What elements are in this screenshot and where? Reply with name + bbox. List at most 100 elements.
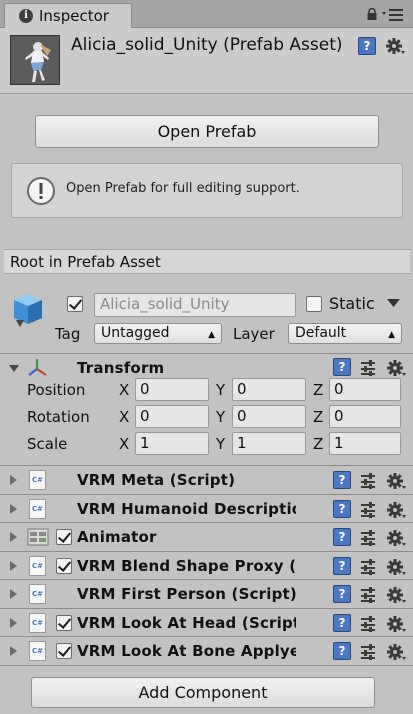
inspector-tab[interactable]: i Inspector (4, 3, 132, 29)
help-icon[interactable]: ? (333, 557, 351, 575)
component-title: VRM Humanoid Description (Script) (77, 500, 296, 518)
rotation-x-field[interactable]: 0 (135, 405, 209, 428)
transform-axes-icon (28, 359, 47, 376)
prefab-header: Alicia_solid_Unity (Prefab Asset) ? (0, 28, 413, 94)
help-icon[interactable]: ? (333, 500, 351, 518)
preset-sliders-icon[interactable] (361, 530, 375, 546)
preset-sliders-icon[interactable] (361, 502, 375, 518)
help-icon[interactable]: ? (333, 642, 351, 660)
preset-sliders-icon[interactable] (361, 360, 375, 376)
component-header-vrm-first-person-script[interactable]: C# VRM First Person (Script) ? (0, 580, 413, 608)
foldout-collapsed-icon[interactable] (10, 504, 17, 514)
gear-icon[interactable] (386, 500, 406, 520)
tab-menu-icon[interactable] (382, 8, 404, 22)
component-title: Animator (77, 528, 157, 546)
component-title: VRM Look At Bone Applyer (Script) (77, 642, 296, 660)
rotation-z-field[interactable]: 0 (329, 405, 401, 428)
static-dropdown-arrow-icon[interactable] (387, 299, 400, 308)
rotation-y-field[interactable]: 0 (232, 405, 306, 428)
position-y-field[interactable]: 0 (232, 378, 306, 401)
component-header-vrm-humanoid-description-script[interactable]: C# VRM Humanoid Description (Script) ? (0, 495, 413, 523)
position-z-field[interactable]: 0 (329, 378, 401, 401)
foldout-collapsed-icon[interactable] (10, 532, 17, 542)
foldout-collapsed-icon[interactable] (10, 618, 17, 628)
gear-icon[interactable] (386, 557, 406, 577)
component-enabled-checkbox[interactable] (56, 643, 72, 659)
scale-y-field[interactable]: 1 (232, 432, 306, 455)
character-figure-icon (25, 42, 51, 82)
gear-icon[interactable] (386, 471, 406, 491)
gear-icon[interactable] (386, 358, 406, 378)
info-exclamation-icon (27, 177, 55, 205)
layer-label: Layer (233, 325, 275, 343)
component-title: VRM Blend Shape Proxy (Script) (77, 557, 296, 575)
scale-y-label: Y (216, 435, 226, 453)
script-icon: C# (29, 556, 46, 576)
gear-icon[interactable] (386, 642, 406, 662)
component-title: VRM Look At Head (Script) (77, 614, 296, 632)
info-icon: i (19, 9, 33, 23)
scale-z-field[interactable]: 1 (329, 432, 401, 455)
scale-z-label: Z (313, 435, 324, 453)
rotation-x-label: X (119, 408, 130, 426)
add-component-button[interactable]: Add Component (31, 677, 375, 708)
scale-label: Scale (27, 435, 68, 453)
foldout-collapsed-icon[interactable] (10, 475, 17, 485)
help-icon[interactable]: ? (333, 471, 351, 489)
position-z-label: Z (313, 381, 324, 399)
component-enabled-checkbox[interactable] (56, 529, 72, 545)
foldout-expanded-icon[interactable] (9, 365, 19, 372)
prefab-preview-thumbnail (10, 35, 60, 85)
preset-sliders-icon[interactable] (361, 644, 375, 660)
layer-dropdown[interactable]: Default ▲ (288, 323, 402, 344)
gameobject-active-checkbox[interactable] (67, 296, 83, 312)
component-header-vrm-meta-script[interactable]: C# VRM Meta (Script) ? (0, 466, 413, 494)
position-x-field[interactable]: 0 (135, 378, 209, 401)
gear-icon[interactable] (386, 614, 406, 634)
gameobject-header: Alicia_solid_Unity Static Tag Untagged ▲… (0, 284, 413, 352)
component-header-vrm-blend-shape-proxy-script[interactable]: C# VRM Blend Shape Proxy (Script) ? (0, 552, 413, 580)
foldout-collapsed-icon[interactable] (10, 646, 17, 656)
help-icon[interactable]: ? (358, 37, 376, 55)
component-enabled-checkbox[interactable] (56, 615, 72, 631)
preset-sliders-icon[interactable] (361, 473, 375, 489)
script-icon: C# (29, 641, 46, 661)
preset-sliders-icon[interactable] (361, 616, 375, 632)
scale-x-field[interactable]: 1 (135, 432, 209, 455)
script-icon: C# (29, 499, 46, 519)
preset-sliders-icon[interactable] (361, 559, 375, 575)
gear-icon[interactable] (386, 528, 406, 548)
component-title: VRM Meta (Script) (77, 471, 236, 489)
prefab-help-box: Open Prefab for full editing support. (11, 163, 403, 218)
position-x-label: X (119, 381, 130, 399)
help-icon[interactable]: ? (333, 585, 351, 603)
transform-title: Transform (77, 359, 165, 377)
help-icon[interactable]: ? (333, 358, 351, 376)
lock-icon[interactable] (366, 8, 378, 20)
foldout-collapsed-icon[interactable] (10, 561, 17, 571)
tag-dropdown[interactable]: Untagged ▲ (94, 323, 222, 344)
component-header-vrm-look-at-head-script[interactable]: C# VRM Look At Head (Script) ? (0, 609, 413, 637)
root-in-prefab-bar: Root in Prefab Asset (4, 249, 410, 274)
preset-sliders-icon[interactable] (361, 587, 375, 603)
inspector-tab-label: Inspector (39, 7, 109, 25)
help-icon[interactable]: ? (333, 614, 351, 632)
open-prefab-button[interactable]: Open Prefab (35, 115, 379, 148)
cube-icon (14, 294, 42, 327)
script-icon: C# (29, 613, 46, 633)
layer-dropdown-value: Default (295, 325, 347, 341)
gear-icon[interactable] (385, 36, 405, 56)
script-icon: C# (29, 470, 46, 490)
foldout-collapsed-icon[interactable] (10, 589, 17, 599)
gear-icon[interactable] (386, 585, 406, 605)
rotation-z-label: Z (313, 408, 324, 426)
chevron-updown-icon: ▲ (388, 330, 395, 340)
component-header-animator[interactable]: Animator ? (0, 523, 413, 551)
static-checkbox[interactable] (306, 296, 322, 312)
help-icon[interactable]: ? (333, 528, 351, 546)
scale-x-label: X (119, 435, 130, 453)
component-enabled-checkbox[interactable] (56, 558, 72, 574)
position-y-label: Y (216, 381, 226, 399)
component-header-vrm-look-at-bone-applyer-script[interactable]: C# VRM Look At Bone Applyer (Script) ? (0, 637, 413, 665)
gameobject-name-field[interactable]: Alicia_solid_Unity (94, 293, 296, 317)
